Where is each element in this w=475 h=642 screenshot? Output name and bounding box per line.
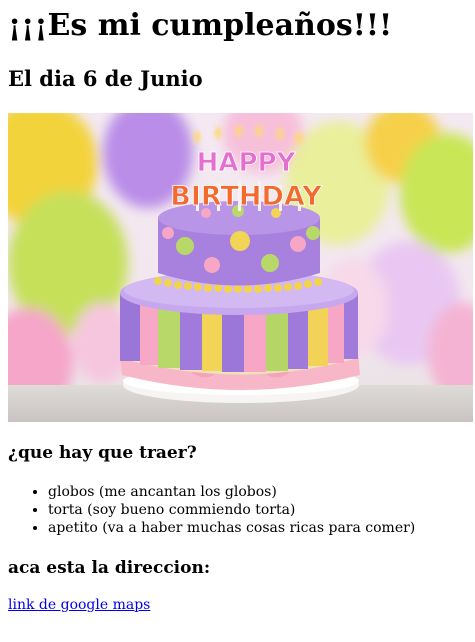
- list-item: torta (soy bueno commiendo torta): [48, 501, 475, 519]
- candle-text-happy: HAPPY: [197, 148, 297, 178]
- list-item: globos (me ancantan los globos): [48, 483, 475, 501]
- what-to-bring-heading: ¿que hay que traer?: [8, 443, 197, 463]
- page-title: ¡¡¡Es mi cumpleaños!!!: [8, 8, 393, 43]
- bring-list: globos (me ancantan los globos) torta (s…: [8, 483, 475, 537]
- list-item: apetito (va a haber muchas cosas ricas p…: [48, 519, 475, 537]
- google-maps-link[interactable]: link de google maps: [8, 596, 150, 614]
- birthday-cake-image: HAPPY BIRTHDAY: [8, 113, 473, 422]
- candle-text-birthday: BIRTHDAY: [170, 181, 322, 212]
- address-heading: aca esta la direccion:: [8, 558, 211, 578]
- page: ¡¡¡Es mi cumpleaños!!! El dia 6 de Junio: [0, 0, 475, 642]
- cake-illustration: HAPPY BIRTHDAY: [8, 113, 473, 422]
- date-heading: El dia 6 de Junio: [8, 66, 203, 91]
